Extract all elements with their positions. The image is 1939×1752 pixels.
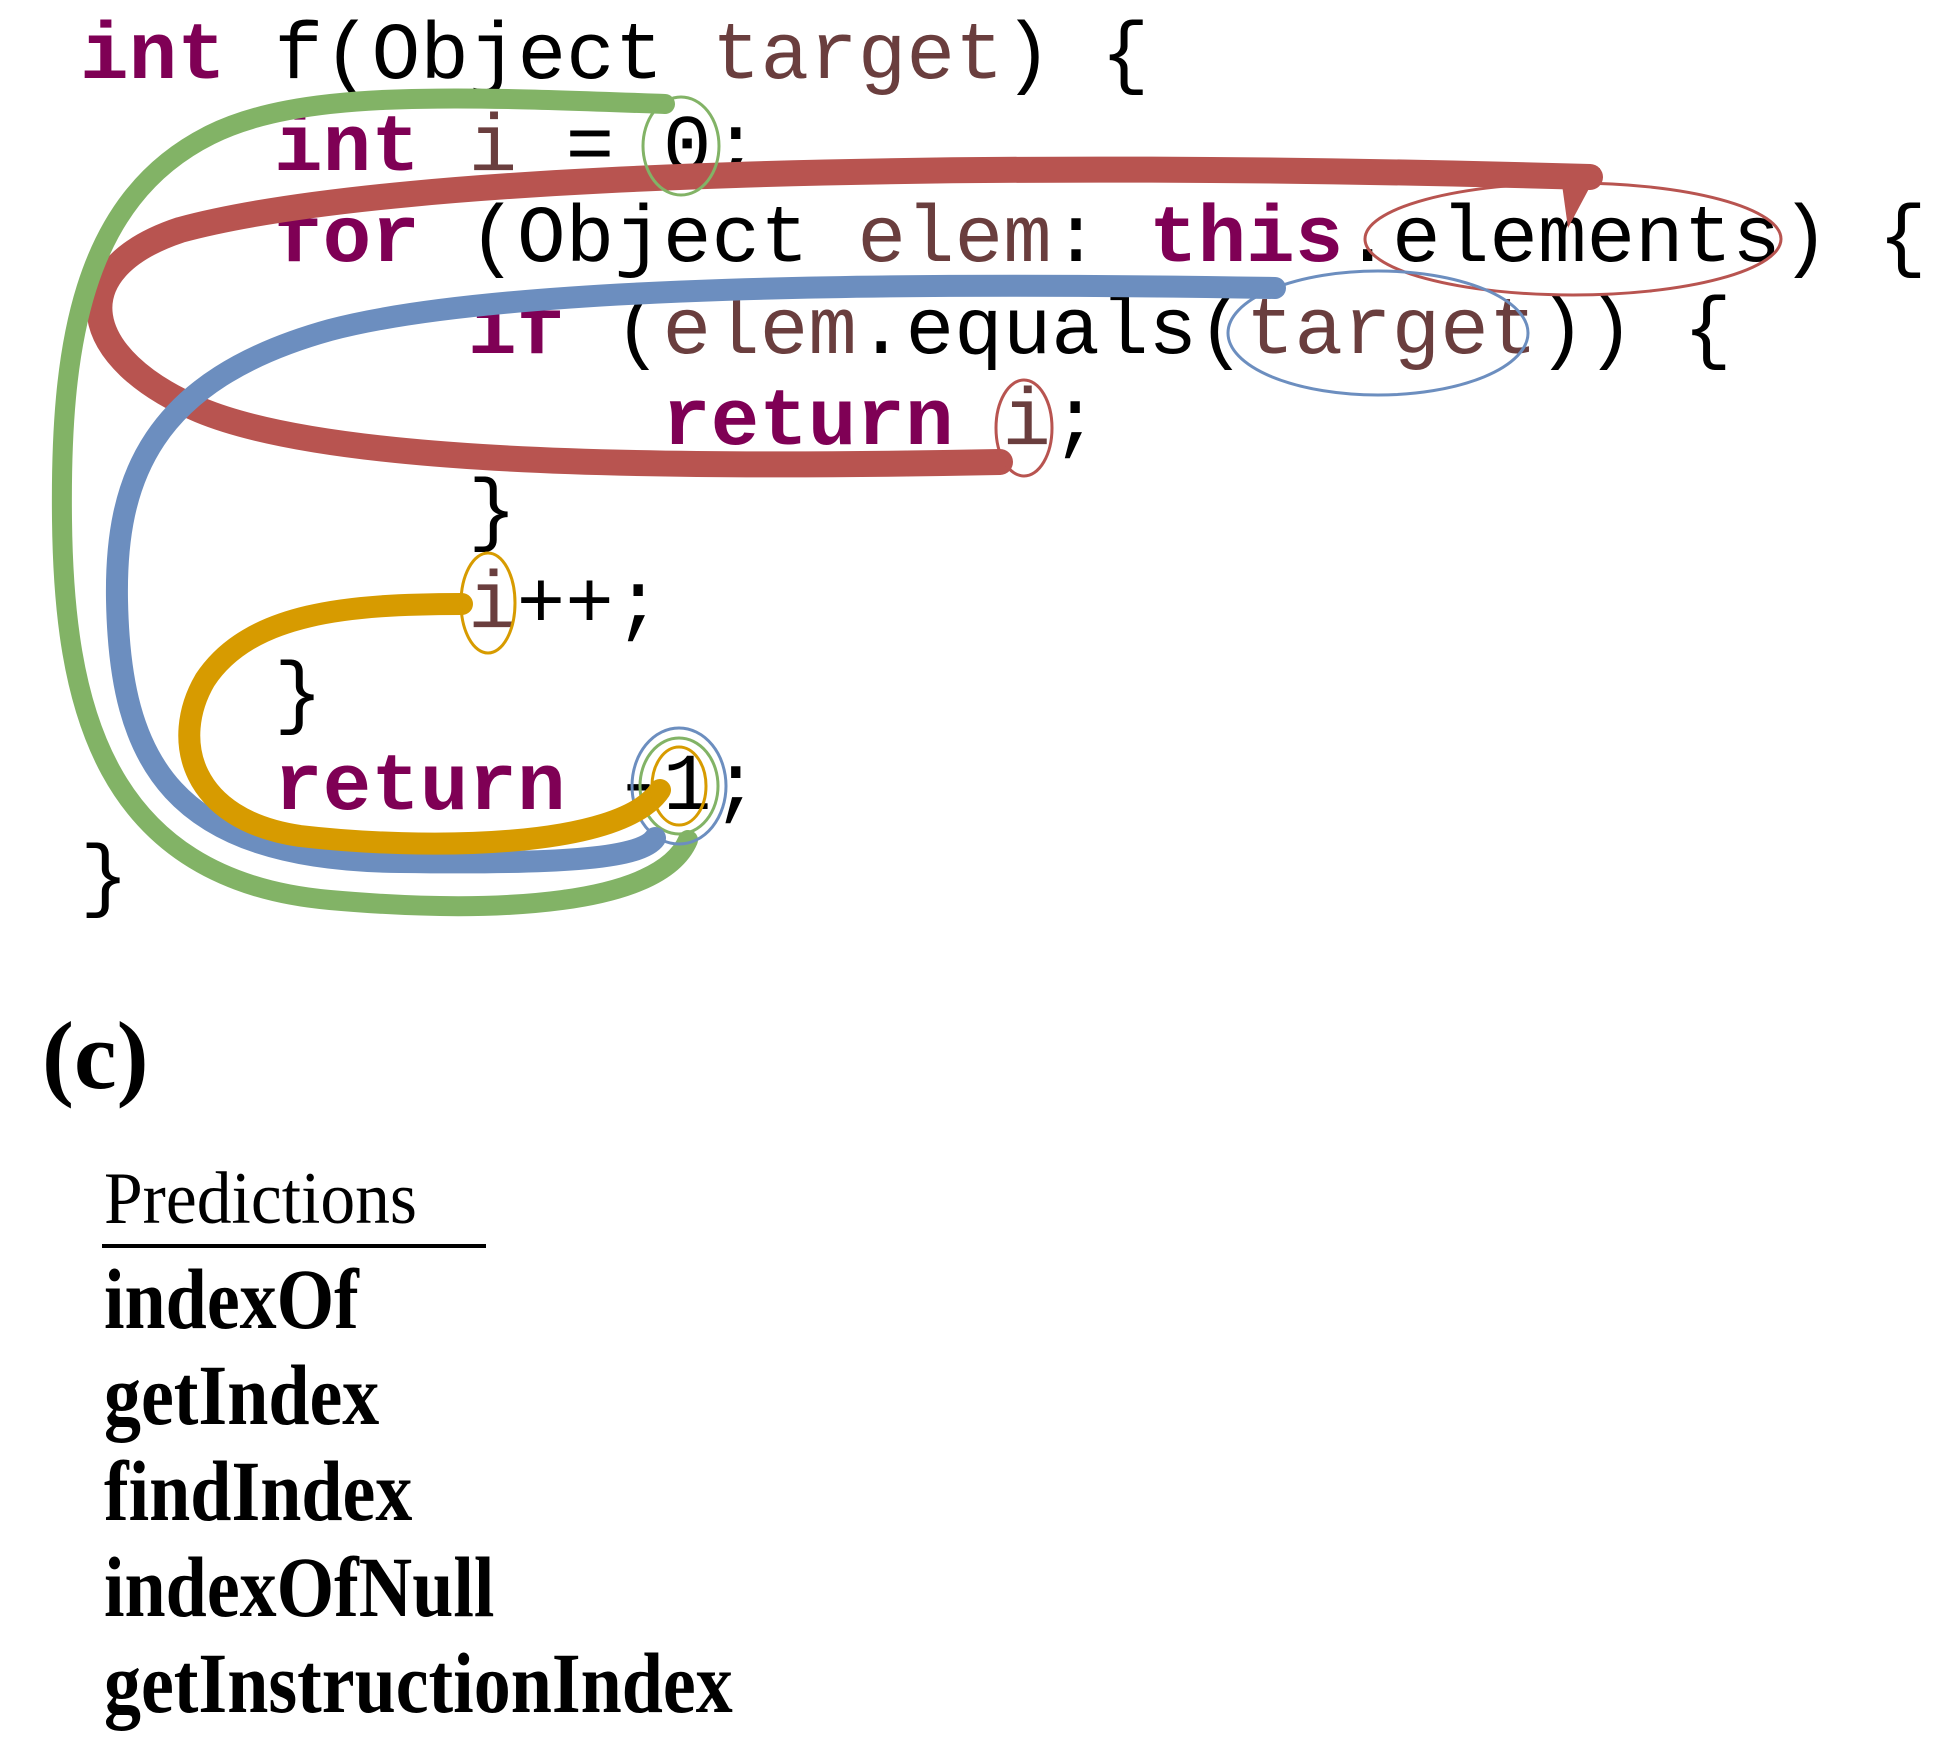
- predictions-header: Predictions: [104, 1158, 417, 1240]
- code-variable: target: [1245, 287, 1538, 378]
- code-line-7: i++;: [468, 566, 662, 647]
- code-text: .equals(: [856, 287, 1246, 378]
- code-variable: target: [711, 12, 1004, 103]
- code-keyword: return: [274, 743, 566, 834]
- code-keyword: int: [80, 12, 226, 103]
- code-text: ) {: [1003, 12, 1150, 103]
- code-line-9: return -1;: [274, 748, 760, 829]
- code-text: f(Object: [225, 12, 712, 103]
- code-text: = 0;: [517, 104, 761, 195]
- code-keyword: int: [274, 104, 420, 195]
- prediction-item: indexOfNull: [104, 1539, 495, 1635]
- code-variable: elem: [857, 195, 1052, 286]
- code-line-3: for (Object elem: this.elements) {: [274, 200, 1927, 281]
- code-variable: i: [468, 561, 517, 652]
- predictions-rule: [102, 1244, 486, 1248]
- prediction-item: getInstructionIndex: [104, 1635, 733, 1731]
- code-line-4: if (elem.equals(target)) {: [468, 292, 1732, 373]
- code-text: (Object: [419, 195, 858, 286]
- code-text: ++;: [516, 561, 663, 652]
- code-text: (: [565, 287, 663, 378]
- code-keyword: if: [468, 287, 566, 378]
- code-line-6: }: [468, 474, 517, 555]
- code-text: -1;: [565, 743, 761, 834]
- code-line-2: int i = 0;: [274, 109, 760, 190]
- code-line-5: return i;: [662, 383, 1099, 464]
- code-variable: i: [468, 104, 518, 195]
- code-keyword: return: [662, 378, 954, 469]
- code-text: )) {: [1537, 287, 1732, 378]
- code-text: }: [468, 469, 517, 560]
- prediction-item: findIndex: [104, 1443, 413, 1539]
- code-text: .elements) {: [1343, 195, 1927, 286]
- prediction-item: indexOf: [104, 1251, 359, 1347]
- code-line-8: }: [274, 657, 323, 738]
- code-text: }: [274, 652, 323, 743]
- prediction-item: getIndex: [104, 1347, 380, 1443]
- code-keyword: for: [274, 195, 420, 286]
- code-text: ;: [1050, 378, 1100, 469]
- panel-label: (c): [42, 1002, 149, 1109]
- code-keyword: this: [1148, 195, 1344, 286]
- code-text: }: [80, 835, 129, 926]
- code-variable: elem: [662, 287, 857, 378]
- code-variable: i: [1002, 378, 1051, 469]
- code-text: :: [1051, 195, 1149, 286]
- code-line-10: }: [80, 840, 129, 921]
- code-line-1: int f(Object target) {: [80, 17, 1149, 98]
